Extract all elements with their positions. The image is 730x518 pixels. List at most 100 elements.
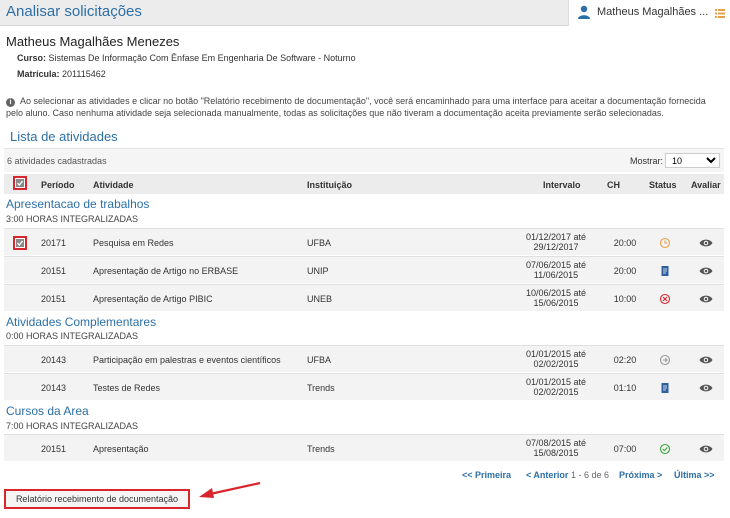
interval-start: 07/06/2015 até — [525, 260, 587, 270]
table-row[interactable]: 20151 Apresentação de Artigo no ERBASE U… — [4, 256, 724, 283]
interval-end: 15/06/2015 — [533, 298, 579, 308]
table-row[interactable]: 20151 Apresentação Trends 07/08/2015 até… — [4, 434, 724, 461]
group-title: Apresentacao de trabalhos — [6, 197, 150, 211]
col-periodo[interactable]: Período — [41, 180, 75, 190]
col-intervalo[interactable]: Intervalo — [543, 180, 581, 190]
page-title: Analisar solicitações — [6, 3, 142, 20]
row-interval: 01/01/2015 até 02/02/2015 — [520, 377, 592, 397]
col-status[interactable]: Status — [649, 180, 677, 190]
col-instituicao[interactable]: Instituição — [307, 180, 352, 190]
interval-start: 10/06/2015 até — [525, 288, 587, 298]
row-interval: 07/06/2015 até 11/06/2015 — [520, 260, 592, 280]
row-period: 20171 — [41, 238, 67, 248]
row-period: 20143 — [41, 383, 67, 393]
menu-list-icon[interactable] — [715, 9, 725, 18]
group-hours: 0:00 HORAS INTEGRALIZADAS — [6, 331, 139, 341]
user-icon — [578, 5, 590, 19]
student-course: Curso: Sistemas De Informação Com Ênfase… — [17, 53, 356, 63]
info-icon: i — [6, 98, 15, 107]
activities-count: 6 atividades cadastradas — [7, 156, 107, 166]
page-size-label: Mostrar: — [630, 156, 664, 166]
user-name: Matheus Magalhães ... — [597, 6, 709, 18]
course-value: Sistemas De Informação Com Ênfase Em Eng… — [48, 53, 356, 63]
pager-info: 1 - 6 de 6 — [570, 470, 609, 480]
activities-panel: 6 atividades cadastradas Mostrar: 10 Per… — [4, 148, 724, 490]
interval-end: 02/02/2015 — [533, 359, 579, 369]
check-icon — [16, 239, 24, 247]
interval-end: 29/12/2017 — [533, 242, 579, 252]
pager-next[interactable]: Próxima > — [619, 470, 662, 480]
row-activity: Apresentação de Artigo PIBIC — [93, 294, 213, 304]
row-hours: 01:10 — [613, 383, 637, 393]
table-header: Período Atividade Instituição Intervalo … — [4, 174, 724, 194]
row-hours: 20:00 — [613, 238, 637, 248]
document-icon — [661, 383, 669, 393]
row-hours: 02:20 — [613, 355, 637, 365]
table-row[interactable]: 20143 Testes de Redes Trends 01/01/2015 … — [4, 373, 724, 400]
row-period: 20143 — [41, 355, 67, 365]
table-row[interactable]: 20151 Apresentação de Artigo PIBIC UNEB … — [4, 284, 724, 311]
row-interval: 01/12/2017 até 29/12/2017 — [520, 232, 592, 252]
row-interval: 07/08/2015 até 15/08/2015 — [520, 438, 592, 458]
clock-icon — [659, 237, 671, 249]
table-row[interactable]: 20171 Pesquisa em Redes UFBA 01/12/2017 … — [4, 228, 724, 255]
col-ch[interactable]: CH — [607, 180, 620, 190]
student-registration: Matrícula: 201115462 — [17, 69, 106, 79]
row-institution: UNIP — [307, 266, 329, 276]
row-period: 20151 — [41, 444, 67, 454]
pager-last-wrap: Última >> — [674, 470, 715, 480]
document-icon — [661, 266, 669, 276]
row-institution: UFBA — [307, 355, 332, 365]
documentation-report-button[interactable]: Relatório recebimento de documentação — [4, 489, 190, 509]
select-all-checkbox[interactable] — [13, 176, 27, 190]
activities-list-title: Lista de atividades — [10, 129, 118, 144]
row-activity: Apresentação de Artigo no ERBASE — [93, 266, 239, 276]
pager-prev-wrap: < Anterior 1 - 6 de 6 — [526, 470, 609, 480]
eye-icon[interactable] — [699, 294, 713, 304]
group-title: Atividades Complementares — [6, 315, 157, 329]
page-size-select[interactable]: 10 — [665, 153, 720, 168]
row-hours: 10:00 — [613, 294, 637, 304]
row-institution: Trends — [307, 383, 335, 393]
list-toolbar: 6 atividades cadastradas Mostrar: 10 — [4, 148, 724, 172]
check-icon — [16, 179, 24, 187]
eye-icon[interactable] — [699, 355, 713, 365]
row-interval: 01/01/2015 até 02/02/2015 — [520, 349, 592, 369]
table-row[interactable]: 20143 Participação em palestras e evento… — [4, 345, 724, 372]
top-bar: Analisar solicitações Matheus Magalhães … — [0, 0, 730, 26]
group-title: Cursos da Area — [6, 404, 89, 418]
row-institution: Trends — [307, 444, 335, 454]
eye-icon[interactable] — [699, 238, 713, 248]
eye-icon[interactable] — [699, 266, 713, 276]
eye-icon[interactable] — [699, 444, 713, 454]
interval-end: 02/02/2015 — [533, 387, 579, 397]
student-name: Matheus Magalhães Menezes — [6, 34, 180, 49]
group-hours: 3:00 HORAS INTEGRALIZADAS — [6, 214, 139, 224]
user-menu[interactable]: Matheus Magalhães ... — [568, 0, 730, 26]
course-label: Curso: — [17, 53, 46, 63]
pager-first[interactable]: << Primeira — [462, 470, 511, 480]
row-activity: Participação em palestras e eventos cien… — [93, 355, 281, 365]
registration-label: Matrícula: — [17, 69, 60, 79]
notice-message: Ao selecionar as atividades e clicar no … — [6, 96, 706, 118]
pager-last[interactable]: Última >> — [674, 470, 715, 480]
pager-next-wrap: Próxima > — [619, 470, 662, 480]
row-hours: 20:00 — [613, 266, 637, 276]
eye-icon[interactable] — [699, 383, 713, 393]
approved-icon — [659, 443, 671, 455]
interval-end: 11/06/2015 — [533, 270, 579, 280]
interval-start: 01/01/2015 até — [525, 349, 587, 359]
registration-value: 201115462 — [62, 69, 106, 79]
row-period: 20151 — [41, 266, 67, 276]
pager-prev[interactable]: < Anterior — [526, 470, 568, 480]
row-activity: Pesquisa em Redes — [93, 238, 174, 248]
row-institution: UNEB — [307, 294, 333, 304]
col-avaliar: Avaliar — [691, 180, 721, 190]
row-activity: Apresentação — [93, 444, 149, 454]
row-interval: 10/06/2015 até 15/06/2015 — [520, 288, 592, 308]
row-institution: UFBA — [307, 238, 332, 248]
forward-icon — [659, 354, 671, 366]
interval-start: 01/12/2017 até — [525, 232, 587, 242]
col-atividade[interactable]: Atividade — [93, 180, 134, 190]
row-checkbox[interactable] — [13, 236, 27, 250]
